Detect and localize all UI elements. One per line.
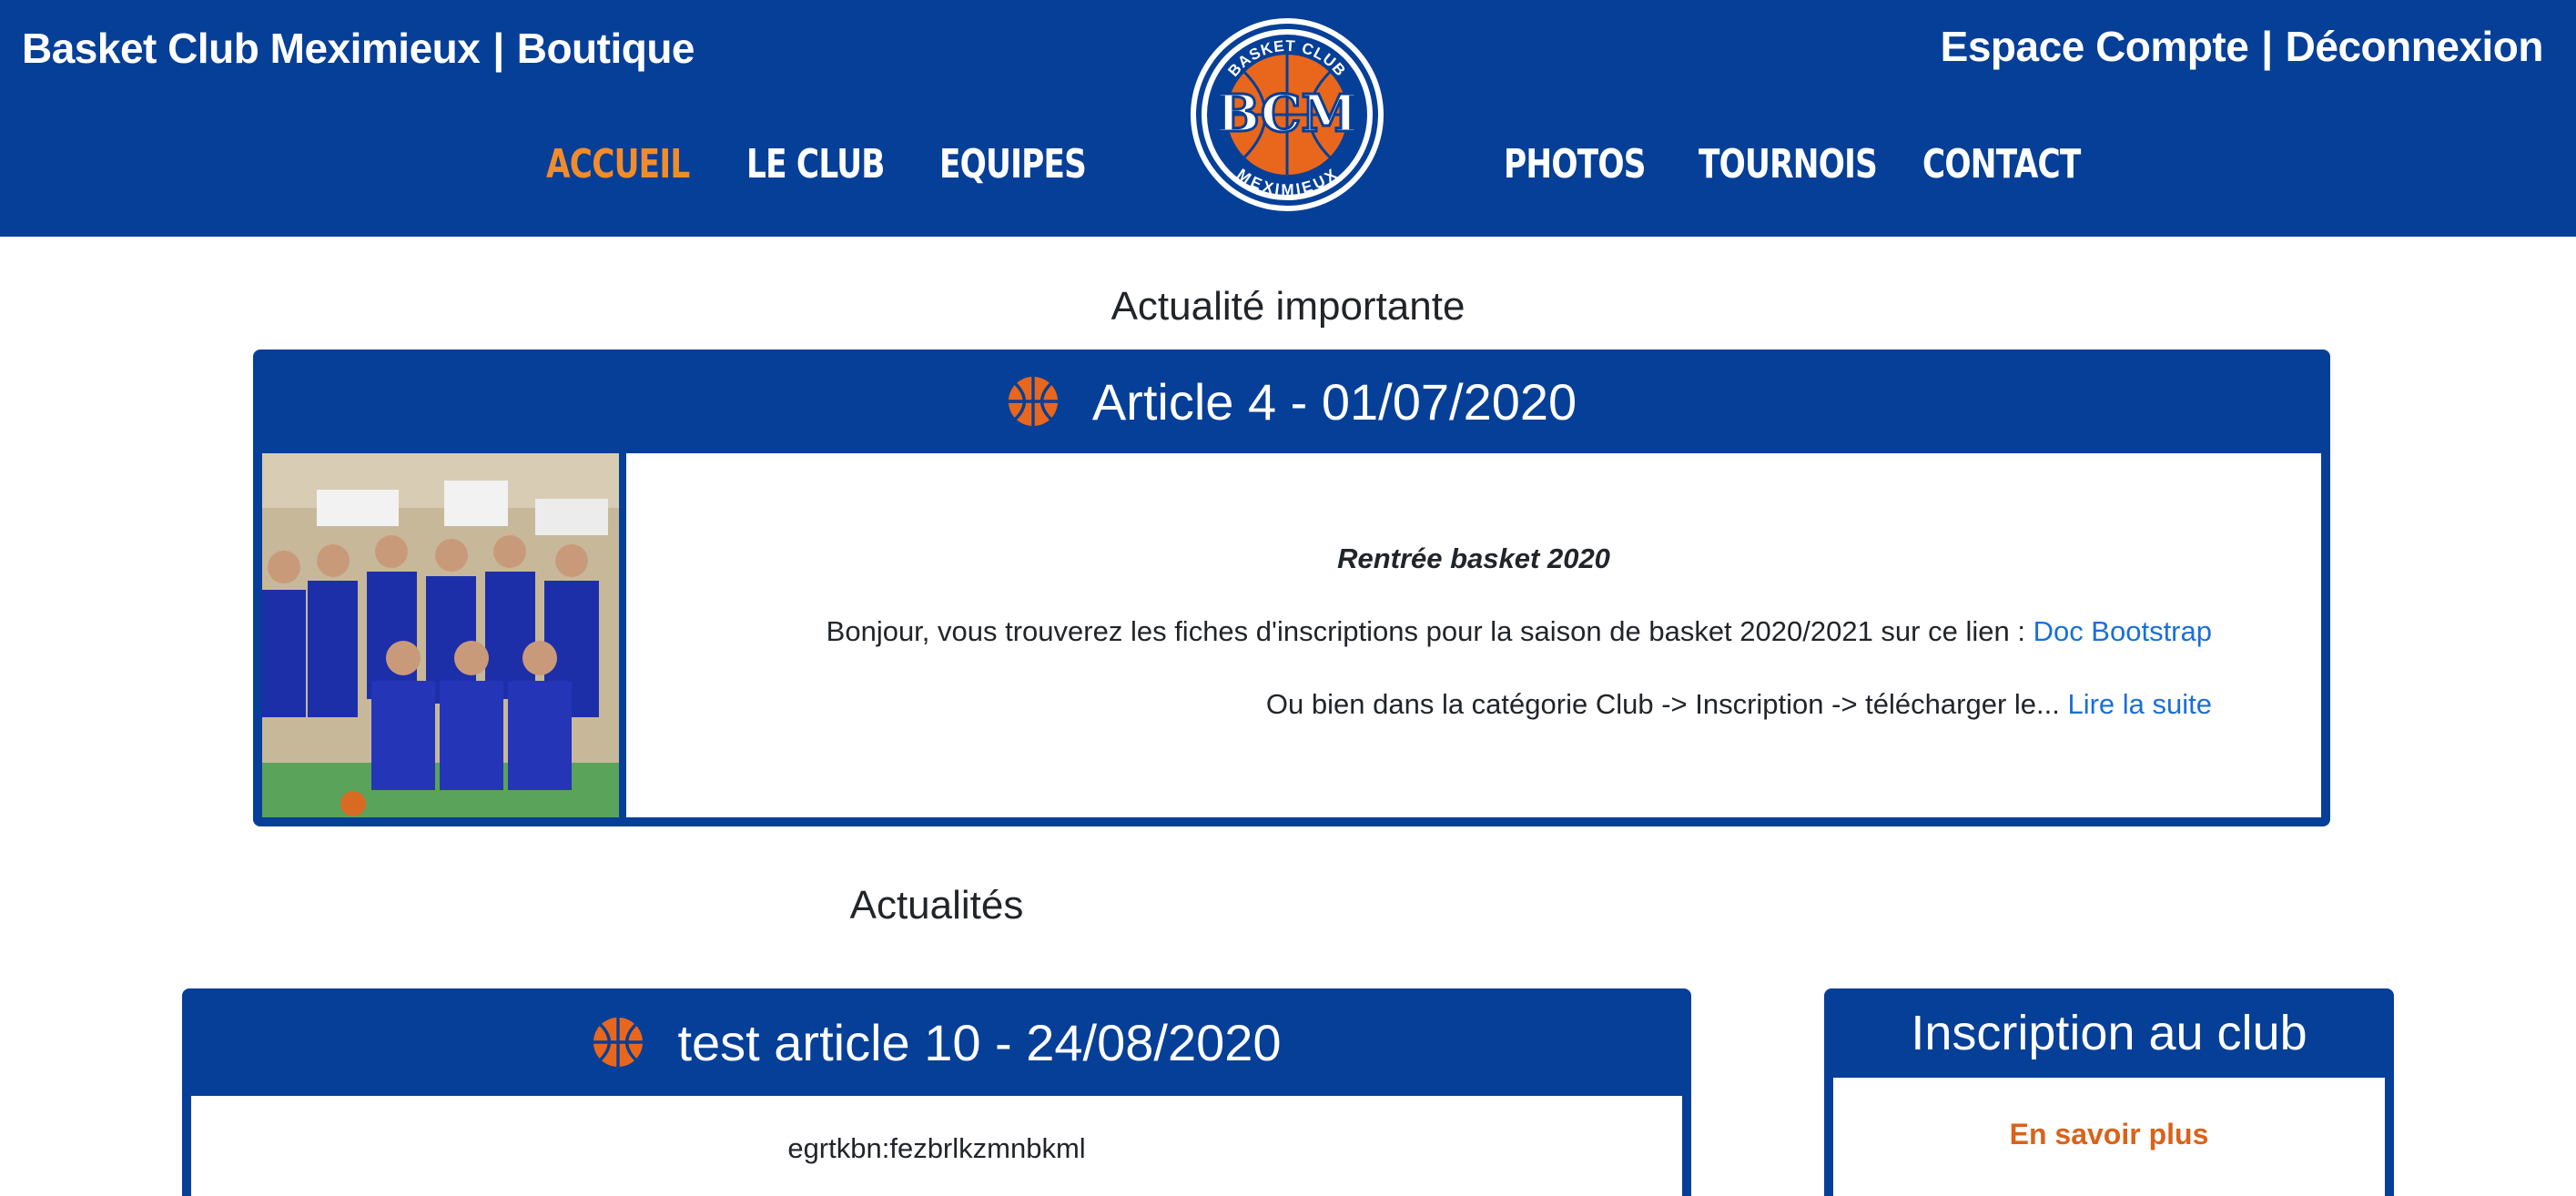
featured-paragraph-2: Ou bien dans la catégorie Club -> Inscri… <box>1266 688 2212 721</box>
logo-initials: BCM <box>1217 84 1358 144</box>
featured-paragraph-1: Bonjour, vous trouverez les fiches d'ins… <box>827 615 2212 648</box>
featured-paragraph-2-text: Ou bien dans la catégorie Club -> Inscri… <box>1265 688 2068 720</box>
featured-paragraph-1-text: Bonjour, vous trouverez les fiches d'ins… <box>826 615 2033 647</box>
nav-photos[interactable]: PHOTOS <box>1504 141 1646 188</box>
nav-tournaments[interactable]: TOURNOIS <box>1699 141 1878 188</box>
registration-card: Inscription au club En savoir plus <box>1824 988 2394 1196</box>
nav-contact[interactable]: CONTACT <box>1922 141 2081 188</box>
team-photo[interactable] <box>262 453 619 817</box>
featured-section-title: Actualité importante <box>1111 284 1465 329</box>
nav-club[interactable]: LE CLUB <box>746 141 885 188</box>
basketball-icon <box>1008 376 1058 427</box>
club-logo[interactable]: BASKET CLUB MEXIMIEUX BCM <box>1187 15 1387 215</box>
nav-teams[interactable]: EQUIPES <box>939 141 1087 188</box>
registration-card-body: En savoir plus <box>1833 1078 2385 1196</box>
basketball-icon <box>593 1017 644 1068</box>
news-section-title: Actualités <box>849 883 1024 927</box>
shop-link[interactable]: Boutique <box>517 25 695 72</box>
featured-title[interactable]: Article 4 - 01/07/2020 <box>1092 372 1577 431</box>
brand-link[interactable]: Basket Club Meximieux <box>22 25 481 72</box>
brand-area: Basket Club Meximieux | Boutique <box>22 24 695 73</box>
featured-heading: Rentrée basket 2020 <box>1337 542 1610 574</box>
news-card-header: test article 10 - 24/08/2020 <box>182 988 1691 1096</box>
account-area: Espace Compte | Déconnexion <box>1941 22 2544 71</box>
account-link[interactable]: Espace Compte <box>1941 23 2249 70</box>
news-title[interactable]: test article 10 - 24/08/2020 <box>677 1013 1281 1072</box>
featured-article-card: Article 4 - 01/07/2020 Rentrée basket 20… <box>253 350 2330 826</box>
registration-card-title: Inscription au club <box>1911 1006 2307 1060</box>
logout-link[interactable]: Déconnexion <box>2286 23 2544 70</box>
news-article-card: test article 10 - 24/08/2020 egrtkbn:fez… <box>182 988 1691 1196</box>
site-header: Basket Club Meximieux | Boutique ACCUEIL L… <box>0 0 2576 237</box>
learn-more-link[interactable]: En savoir plus <box>2010 1118 2209 1150</box>
nav-home[interactable]: ACCUEIL <box>546 141 690 188</box>
featured-card-header: Article 4 - 01/07/2020 <box>253 350 2330 453</box>
brand-separator: | <box>492 25 504 72</box>
read-more-link[interactable]: Lire la suite <box>2067 688 2212 720</box>
account-separator: | <box>2261 23 2273 70</box>
doc-bootstrap-link[interactable]: Doc Bootstrap <box>2033 615 2212 647</box>
featured-article-body: Rentrée basket 2020 Bonjour, vous trouve… <box>626 453 2321 817</box>
news-body: egrtkbn:fezbrlkzmnbkml <box>191 1096 1682 1196</box>
